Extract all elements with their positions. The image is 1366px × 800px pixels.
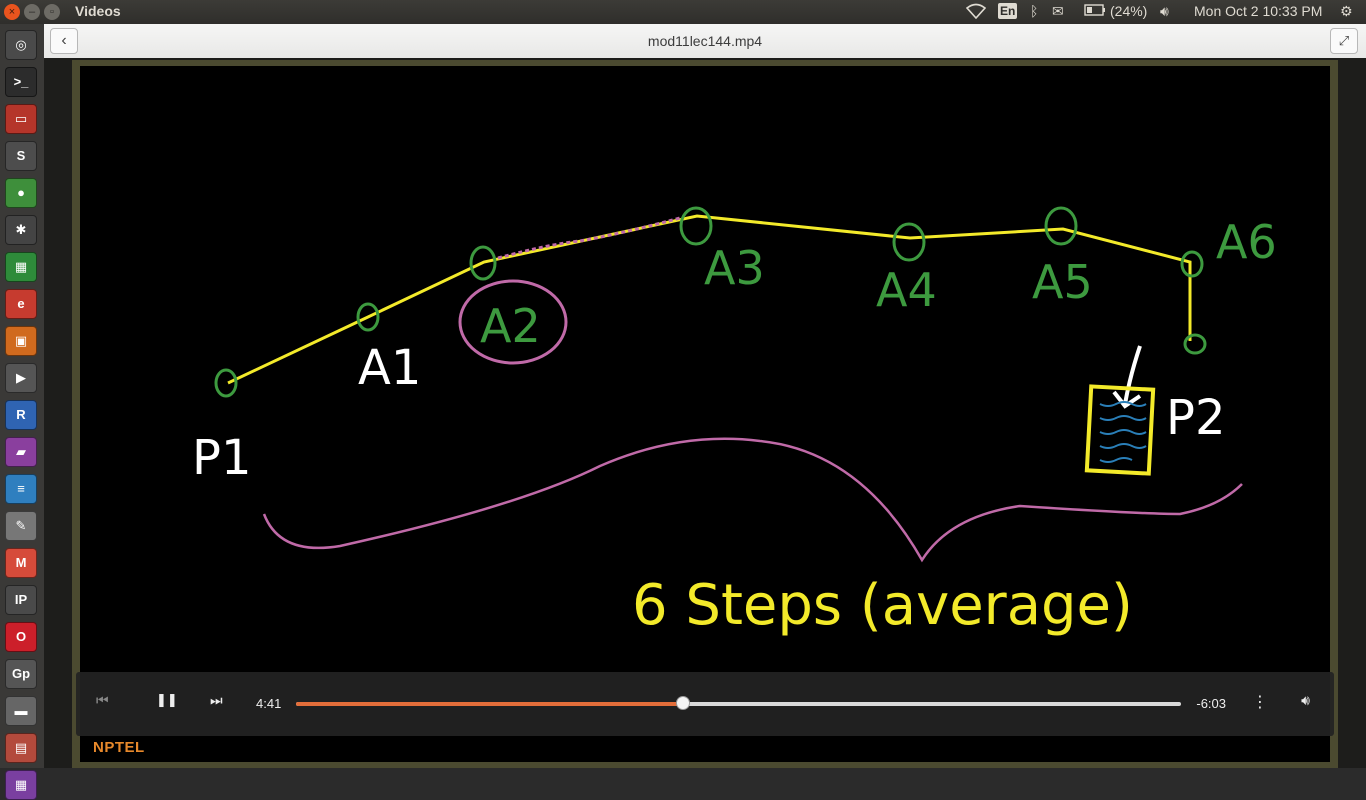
label-a5: A5 xyxy=(1032,255,1093,309)
video-content[interactable]: A1 A2 A3 A4 A5 A6 P1 P2 6 Steps (average… xyxy=(80,66,1330,762)
spreadsheet-icon[interactable]: ▦ xyxy=(5,252,37,282)
previous-button[interactable]: ⏮ xyxy=(96,692,109,709)
sublime-text-icon[interactable]: S xyxy=(5,141,37,171)
pause-icon: ❚❚ xyxy=(156,692,178,707)
curly-brace xyxy=(262,437,1243,563)
chrome-icon[interactable]: ● xyxy=(5,178,37,208)
label-a6: A6 xyxy=(1216,215,1277,269)
playback-controls: ⏮ ❚❚ ⏭ 4:41 -6:03 ⋮ 🔊︎ xyxy=(76,672,1334,736)
time-remaining: -6:03 xyxy=(1196,696,1226,711)
files-icon[interactable]: ▭ xyxy=(5,104,37,134)
label-a3: A3 xyxy=(704,241,765,295)
whiteboard-drawing: A1 A2 A3 A4 A5 A6 P1 P2 6 Steps (average… xyxy=(192,206,1277,638)
fullscreen-button[interactable]: ⤢ xyxy=(1330,28,1358,54)
terminal-icon[interactable]: >_ xyxy=(5,67,37,97)
presentation-icon[interactable]: ▣ xyxy=(5,326,37,356)
mail-icon[interactable]: ✉ xyxy=(1052,3,1064,20)
more-vertical-icon: ⋮ xyxy=(1252,694,1268,711)
volume-icon: 🔊︎ xyxy=(1301,692,1310,708)
top-panel: × – ▫ Videos En ᛒ ✉ (24%) 🔊︎ Mon Oct 2 1… xyxy=(0,0,1366,24)
label-a1: A1 xyxy=(358,340,421,396)
volume-button[interactable]: 🔊︎ xyxy=(1301,692,1310,709)
battery-percentage: (24%) xyxy=(1110,3,1148,19)
archive-icon[interactable]: ▤ xyxy=(5,733,37,763)
node-a6 xyxy=(1180,250,1204,278)
r-language-icon[interactable]: R xyxy=(5,400,37,430)
bluetooth-icon[interactable]: ᛒ xyxy=(1030,3,1038,19)
seek-bar[interactable] xyxy=(296,696,1181,710)
next-button[interactable]: ⏭ xyxy=(210,692,223,709)
video-title: mod11lec144.mp4 xyxy=(647,33,763,49)
text-editor-icon[interactable]: ✎ xyxy=(5,511,37,541)
wifi-icon[interactable] xyxy=(965,3,987,22)
node-a3 xyxy=(679,206,713,246)
window-minimize-button[interactable]: – xyxy=(24,4,40,20)
gear-icon[interactable]: ⚙ xyxy=(1340,3,1353,20)
pdf-viewer-icon[interactable]: e xyxy=(5,289,37,319)
node-a4 xyxy=(892,222,926,262)
label-p2: P2 xyxy=(1166,390,1225,446)
header-bar: ‹ mod11lec144.mp4 ⤢ xyxy=(44,24,1366,59)
document-lines xyxy=(1099,401,1147,463)
window-close-button[interactable]: × xyxy=(4,4,20,20)
pause-button[interactable]: ❚❚ xyxy=(156,692,178,708)
label-a4: A4 xyxy=(876,263,937,317)
document-icon[interactable]: ≡ xyxy=(5,474,37,504)
seek-handle[interactable] xyxy=(675,696,690,710)
skip-back-icon: ⏮ xyxy=(96,692,109,708)
settings-icon[interactable]: ✱ xyxy=(5,215,37,245)
launcher: ◎ >_ ▭ S ● ✱ ▦ e ▣ ▶ R ▰ ≡ ✎ M IP O Gp ▬ ▤ ▦ xyxy=(0,24,45,800)
time-elapsed: 4:41 xyxy=(256,696,282,711)
label-p1: P1 xyxy=(192,430,251,486)
media-player-icon[interactable]: ▰ xyxy=(5,437,37,467)
ubuntu-dash-icon[interactable]: ◎ xyxy=(5,30,37,60)
gp-icon[interactable]: Gp xyxy=(5,659,37,689)
clock[interactable]: Mon Oct 2 10:33 PM xyxy=(1194,3,1322,19)
node-p2 xyxy=(1183,333,1207,355)
battery-icon[interactable] xyxy=(1084,3,1106,20)
window-maximize-button[interactable]: ▫ xyxy=(44,4,60,20)
arrow-icon xyxy=(1112,345,1142,409)
gmail-icon[interactable]: M xyxy=(5,548,37,578)
volume-icon[interactable]: 🔊︎ xyxy=(1160,3,1169,20)
skip-forward-icon: ⏭ xyxy=(210,692,223,708)
drive-icon[interactable]: ▬ xyxy=(5,696,37,726)
video-editor-icon[interactable]: ▶ xyxy=(5,363,37,393)
caption-text: 6 Steps (average) xyxy=(632,573,1133,638)
ipython-icon[interactable]: IP xyxy=(5,585,37,615)
app-icon[interactable]: ▦ xyxy=(5,770,37,800)
app-title: Videos xyxy=(75,3,121,19)
more-options-button[interactable]: ⋮ xyxy=(1252,692,1268,712)
node-p1 xyxy=(214,368,238,398)
label-a2: A2 xyxy=(480,299,541,353)
seek-bar-progress xyxy=(296,702,683,706)
opera-icon[interactable]: O xyxy=(5,622,37,652)
expand-icon: ⤢ xyxy=(1338,33,1350,48)
node-a5 xyxy=(1044,206,1078,246)
keyboard-layout-indicator[interactable]: En xyxy=(998,3,1018,19)
nptel-watermark: NPTEL xyxy=(93,739,145,756)
